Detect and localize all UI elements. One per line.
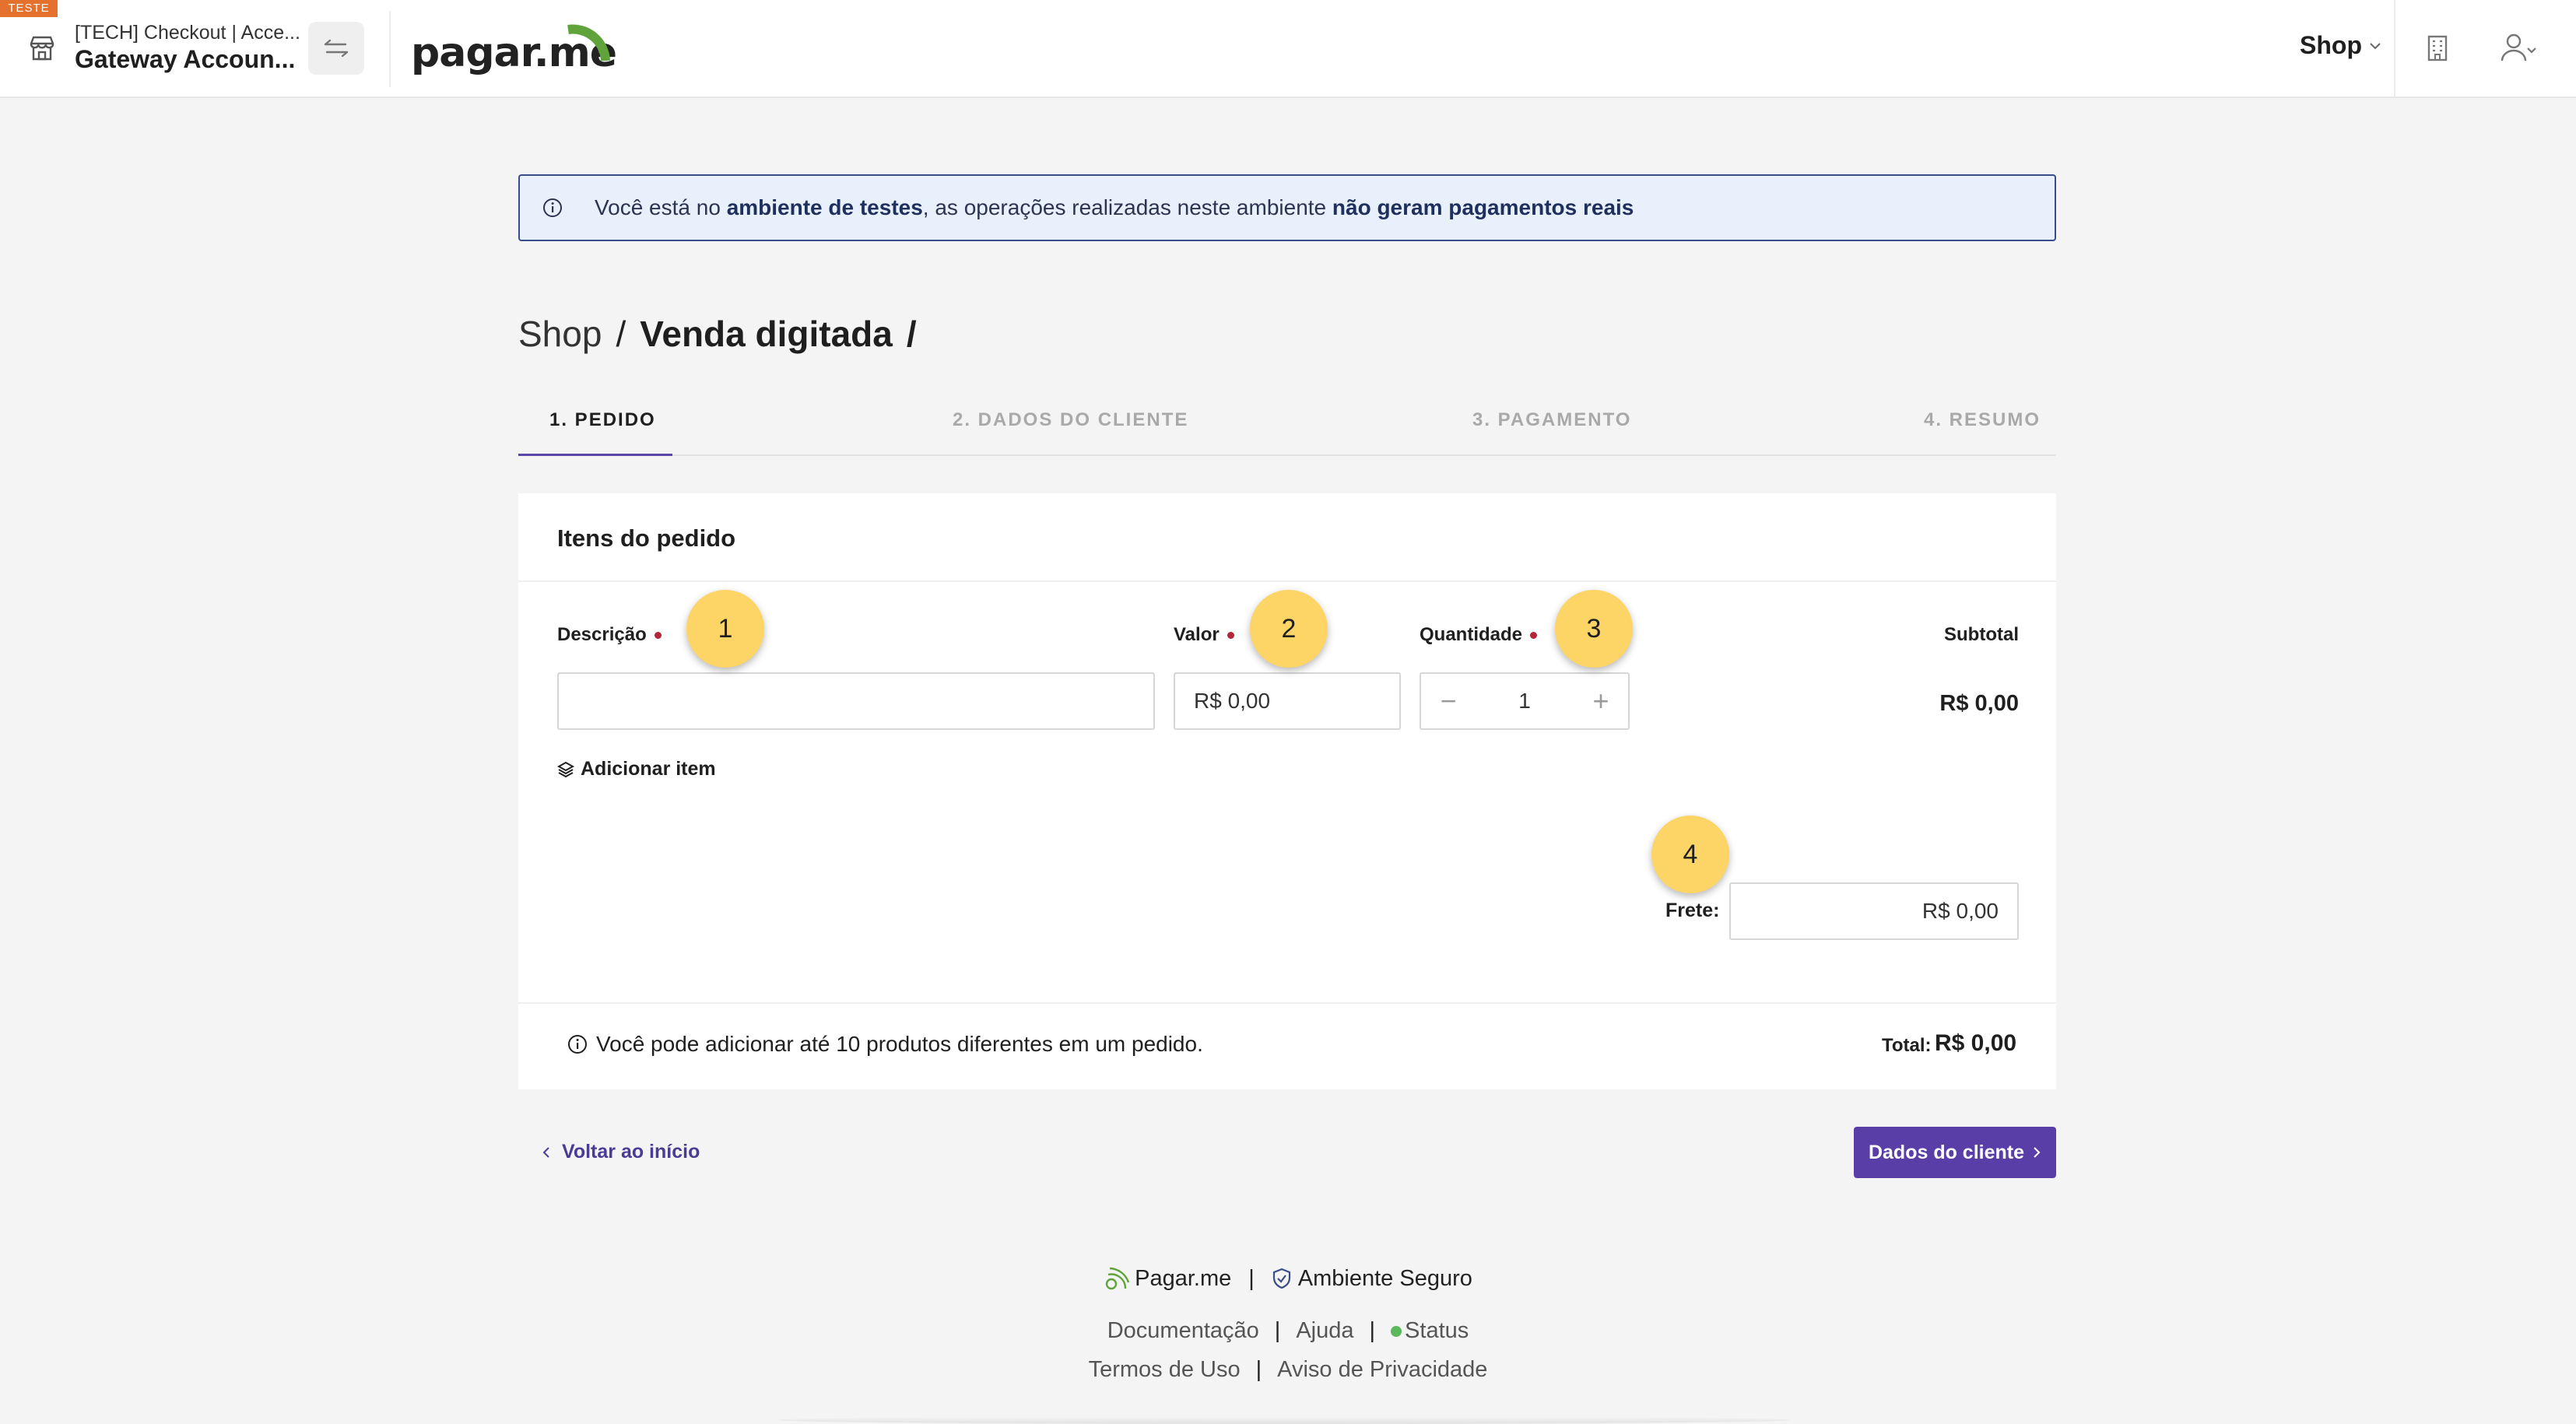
footer-brand-row: Pagar.me | Ambiente Seguro	[0, 1265, 2576, 1292]
valor-label: Valor	[1174, 624, 1234, 646]
header-divider	[389, 11, 391, 87]
products-limit-note: Você pode adicionar até 10 produtos dife…	[567, 1032, 1203, 1057]
shop-menu-dropdown[interactable]: Shop	[2300, 31, 2382, 60]
valor-input[interactable]: R$ 0,00	[1174, 672, 1401, 730]
info-icon	[543, 198, 562, 217]
banner-text: Você está no ambiente de testes, as oper…	[595, 195, 1634, 219]
account-subtitle: [TECH] Checkout | Acce...	[75, 22, 300, 44]
header-divider-right	[2394, 0, 2395, 96]
pagarme-mini-icon	[1105, 1267, 1130, 1290]
quantity-value[interactable]: 1	[1518, 689, 1531, 714]
total-label: Total:	[1882, 1035, 1932, 1056]
chevron-left-icon	[542, 1146, 549, 1158]
layers-icon	[557, 761, 574, 777]
required-dot	[1530, 631, 1538, 639]
card-footer-divider	[518, 1002, 2056, 1004]
total-value: R$ 0,00	[1935, 1030, 2017, 1056]
top-header: TESTE [TECH] Checkout | Acce... Gateway …	[0, 0, 2576, 98]
card-title: Itens do pedido	[557, 524, 736, 552]
frete-label: Frete:	[1665, 900, 1720, 921]
description-input[interactable]	[557, 672, 1155, 730]
tab-pedido[interactable]: 1. PEDIDO	[549, 409, 656, 431]
breadcrumb-shop[interactable]: Shop	[518, 313, 602, 355]
card-divider	[518, 580, 2056, 582]
footer-link-privacy[interactable]: Aviso de Privacidade	[1277, 1357, 1487, 1383]
swap-arrows-icon	[324, 39, 349, 58]
tab-dados-do-cliente[interactable]: 2. DADOS DO CLIENTE	[953, 409, 1188, 431]
breadcrumb-trailing-separator: /	[906, 314, 917, 354]
test-environment-banner: Você está no ambiente de testes, as oper…	[518, 174, 2056, 241]
active-tab-indicator	[518, 454, 672, 456]
footer-link-terms[interactable]: Termos de Uso	[1089, 1357, 1241, 1383]
store-icon	[30, 36, 54, 61]
quantity-stepper: − 1 +	[1420, 672, 1630, 730]
subtotal-label: Subtotal	[1944, 624, 2019, 645]
footer-link-docs[interactable]: Documentação	[1107, 1318, 1259, 1344]
breadcrumb-current: Venda digitada	[640, 314, 893, 354]
brand-arc-icon	[567, 24, 610, 61]
marker-1: 1	[686, 590, 764, 668]
breadcrumb: Shop / Venda digitada /	[518, 313, 917, 355]
shop-menu-label: Shop	[2300, 31, 2362, 59]
add-item-button[interactable]: Adicionar item	[557, 758, 716, 780]
next-button-label: Dados do cliente	[1868, 1141, 2025, 1163]
shield-check-icon	[1272, 1268, 1290, 1289]
footer-shadow	[778, 1416, 1790, 1424]
secure-environment: Ambiente Seguro	[1272, 1266, 1472, 1292]
decrement-button[interactable]: −	[1421, 685, 1476, 717]
footer-separator: |	[1369, 1318, 1376, 1343]
footer-brand[interactable]: Pagar.me	[1104, 1265, 1231, 1292]
environment-badge: TESTE	[0, 0, 58, 17]
breadcrumb-separator: /	[616, 314, 626, 354]
description-label: Descrição	[557, 624, 662, 646]
required-dot	[654, 631, 662, 639]
building-icon[interactable]	[2422, 33, 2453, 64]
order-items-card: Itens do pedido Descrição Valor Quantida…	[518, 493, 2056, 1089]
footer-separator: |	[1255, 1357, 1262, 1382]
account-name[interactable]: Gateway Accoun...	[75, 45, 295, 74]
quantidade-label: Quantidade	[1420, 624, 1538, 646]
frete-input[interactable]: R$ 0,00	[1729, 882, 2019, 940]
back-link-label: Voltar ao início	[562, 1141, 700, 1163]
chevron-right-icon	[2034, 1147, 2041, 1158]
add-item-label: Adicionar item	[581, 758, 716, 780]
marker-2: 2	[1250, 590, 1328, 668]
increment-button[interactable]: +	[1574, 685, 1628, 717]
switch-account-button[interactable]	[308, 22, 364, 75]
footer-link-help[interactable]: Ajuda	[1296, 1318, 1353, 1344]
user-account-icon[interactable]	[2498, 31, 2539, 65]
chevron-down-icon	[2370, 42, 2381, 49]
checkout-steps: 1. PEDIDO 2. DADOS DO CLIENTE 3. PAGAMEN…	[518, 389, 2056, 456]
required-dot	[1227, 631, 1234, 639]
footer-separator: |	[1274, 1318, 1281, 1343]
next-customer-data-button[interactable]: Dados do cliente	[1854, 1127, 2056, 1178]
back-to-start-link[interactable]: Voltar ao início	[542, 1141, 700, 1163]
footer-link-status[interactable]: Status	[1391, 1318, 1469, 1344]
pagarme-logo[interactable]: pagar.me	[411, 19, 617, 78]
tab-pagamento[interactable]: 3. PAGAMENTO	[1472, 409, 1631, 431]
marker-4: 4	[1651, 815, 1729, 893]
tab-resumo[interactable]: 4. RESUMO	[1924, 409, 2041, 431]
footer-separator: |	[1248, 1265, 1255, 1291]
marker-3: 3	[1555, 590, 1633, 668]
info-icon	[568, 1035, 587, 1054]
footer-legal-row: Termos de Uso | Aviso de Privacidade	[0, 1357, 2576, 1383]
status-dot-icon	[1391, 1325, 1402, 1337]
subtotal-value: R$ 0,00	[1939, 691, 2019, 716]
footer-links-row: Documentação | Ajuda | Status	[0, 1318, 2576, 1344]
